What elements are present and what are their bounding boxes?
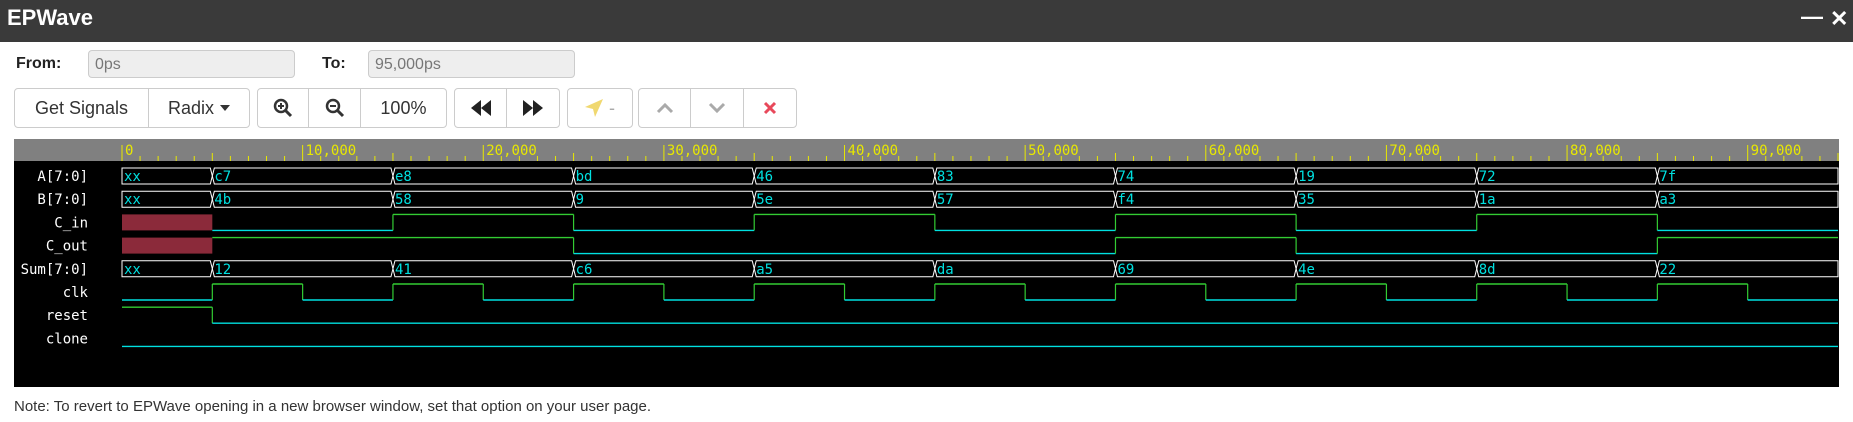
bus-value: 57 — [937, 192, 954, 208]
signal-name[interactable]: clone — [46, 331, 88, 347]
bus-value: 8d — [1479, 262, 1496, 278]
bus-value: 69 — [1117, 262, 1134, 278]
from-label: From: — [16, 55, 62, 72]
ruler-label: 20,000 — [486, 143, 537, 159]
delete-icon — [763, 101, 777, 115]
bus-value: 46 — [756, 169, 773, 185]
cursor-pin-icon — [585, 99, 603, 117]
zoom-out-icon — [325, 98, 345, 118]
bus-value: 22 — [1659, 262, 1676, 278]
signal-name[interactable]: C_in — [54, 215, 88, 231]
signals-button-group: Get Signals Radix — [14, 88, 250, 128]
bus-value: 12 — [214, 262, 231, 278]
zoom-button-group: 100% — [257, 88, 447, 128]
bus-value: 9 — [576, 192, 584, 208]
cursor-button-group: - — [567, 88, 633, 128]
bus-value: xx — [124, 192, 141, 208]
signal-name[interactable]: A[7:0] — [37, 169, 88, 185]
ruler-label: 80,000 — [1570, 143, 1621, 159]
bus-value: 19 — [1298, 169, 1315, 185]
bus-value: 7f — [1659, 169, 1676, 185]
fast-forward-button[interactable] — [507, 89, 559, 127]
previous-marker-button[interactable] — [639, 89, 692, 127]
footer-note: Note: To revert to EPWave opening in a n… — [14, 398, 652, 415]
title-bar: EPWave — ✕ — [0, 0, 1853, 42]
get-signals-button[interactable]: Get Signals — [15, 89, 149, 127]
rewind-icon — [470, 100, 491, 116]
navigation-button-group — [454, 88, 560, 128]
window-title: EPWave — [7, 5, 94, 30]
down-arrow-icon — [708, 102, 726, 114]
signal-name[interactable]: clk — [63, 285, 89, 301]
bus-value: 74 — [1117, 169, 1134, 185]
ruler-label: 50,000 — [1028, 143, 1079, 159]
zoom-level-button[interactable]: 100% — [361, 89, 446, 127]
zoom-in-button[interactable] — [258, 89, 310, 127]
ruler-label: 60,000 — [1209, 143, 1260, 159]
fast-forward-icon — [523, 100, 543, 116]
bus-value: 41 — [395, 262, 412, 278]
waveform-viewer[interactable]: 0 10,000 20,000 30,000 40,000 50,000 60,000 70,… — [14, 139, 1839, 387]
ruler-label: 40,000 — [848, 143, 899, 159]
delete-marker-button[interactable] — [744, 89, 796, 127]
ruler-label: 30,000 — [667, 143, 718, 159]
next-marker-button[interactable] — [691, 89, 744, 127]
up-arrow-icon — [656, 102, 674, 114]
from-input[interactable]: 0ps — [88, 50, 295, 78]
ruler-label: 90,000 — [1751, 143, 1802, 159]
minimize-icon[interactable]: — — [1801, 4, 1823, 30]
waveform-background — [14, 139, 1839, 387]
signal-name[interactable]: B[7:0] — [37, 192, 88, 208]
bus-value: xx — [124, 169, 141, 185]
cursor-button[interactable]: - — [568, 89, 632, 127]
cursor-value: - — [609, 97, 615, 118]
bus-value: 83 — [937, 169, 954, 185]
bus-value: a5 — [756, 262, 773, 278]
signal-name[interactable]: C_out — [46, 239, 88, 255]
timeline-ruler — [14, 139, 1839, 161]
unknown-region — [122, 237, 213, 254]
zoom-out-button[interactable] — [309, 89, 361, 127]
bus-value: 4e — [1298, 262, 1315, 278]
bus-value: c7 — [214, 169, 231, 185]
bus-value: f4 — [1117, 192, 1134, 208]
bus-value: 5e — [756, 192, 773, 208]
marker-button-group — [638, 88, 797, 128]
bus-value: 58 — [395, 192, 412, 208]
rewind-button[interactable] — [455, 89, 508, 127]
close-icon[interactable]: ✕ — [1830, 6, 1848, 32]
bus-value: 72 — [1479, 169, 1496, 185]
radix-label: Radix — [167, 97, 215, 118]
zoom-in-icon — [273, 98, 293, 118]
bus-value: 4b — [214, 192, 231, 208]
to-input[interactable]: 95,000ps — [368, 50, 575, 78]
ruler-label: 70,000 — [1389, 143, 1440, 159]
unknown-region — [122, 214, 213, 231]
ruler-label: 0 — [125, 143, 133, 159]
bus-value: e8 — [395, 169, 412, 185]
bus-value: c6 — [576, 262, 593, 278]
bus-value: 35 — [1298, 192, 1315, 208]
bus-value: a3 — [1659, 192, 1676, 208]
bus-value: xx — [124, 262, 141, 278]
caret-down-icon — [220, 105, 231, 111]
signal-name[interactable]: reset — [46, 308, 88, 324]
bus-value: 1a — [1479, 192, 1496, 208]
to-label: To: — [322, 55, 346, 72]
ruler-label: 10,000 — [306, 143, 357, 159]
bus-value: da — [937, 262, 954, 278]
signal-name[interactable]: Sum[7:0] — [21, 262, 88, 278]
bus-value: bd — [576, 169, 593, 185]
radix-button[interactable]: Radix — [149, 89, 249, 127]
